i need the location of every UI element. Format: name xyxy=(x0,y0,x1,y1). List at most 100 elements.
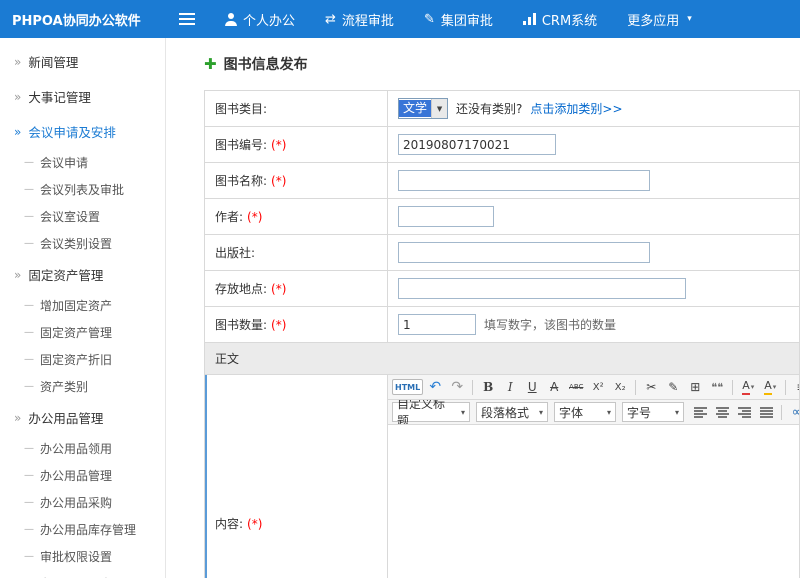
sidebar-item-meeting-management[interactable]: » 会议申请及安排 xyxy=(0,114,165,149)
custom-title-select[interactable]: 自定义标题 ▾ xyxy=(392,402,470,422)
sidebar-item-supplies-use[interactable]: — 办公用品领用 xyxy=(0,435,165,462)
align-center-button[interactable] xyxy=(712,402,732,422)
sidebar-item-news-management[interactable]: » 新闻管理 xyxy=(0,44,165,79)
superscript-button[interactable]: X² xyxy=(588,377,608,397)
paste-filter-button[interactable]: ⊞ xyxy=(685,377,705,397)
nav-group-approval[interactable]: ✎ 集团审批 xyxy=(424,10,493,29)
sidebar-item-fixed-assets[interactable]: » 固定资产管理 xyxy=(0,257,165,292)
font-size-select[interactable]: 字号 ▾ xyxy=(622,402,684,422)
sidebar-item-asset-category[interactable]: — 资产类别 xyxy=(0,373,165,400)
dash-icon: — xyxy=(24,551,34,562)
sidebar-item-supplies-inventory[interactable]: — 办公用品库存管理 xyxy=(0,516,165,543)
eraser-button[interactable]: ✂ xyxy=(641,377,661,397)
category-hint: 还没有类别? xyxy=(456,100,522,117)
chevron-right-icon: » xyxy=(14,269,21,281)
underline-button[interactable]: U xyxy=(522,377,542,397)
form-row-content: 内容:(*) HTML ↶ ↷ B I U A ABC X² X₂ xyxy=(205,375,799,578)
book-number-input[interactable] xyxy=(398,134,556,155)
chevron-right-icon: » xyxy=(14,412,21,424)
sidebar-item-label: 会议列表及审批 xyxy=(40,181,124,198)
author-input[interactable] xyxy=(398,206,494,227)
nav-crm-system[interactable]: CRM系统 xyxy=(523,10,597,29)
chevron-right-icon: » xyxy=(14,91,21,103)
sidebar-item-fixed-asset-depreciation[interactable]: — 固定资产折旧 xyxy=(0,346,165,373)
add-plus-icon: ✚ xyxy=(204,57,217,72)
category-select[interactable]: 文学 ▼ xyxy=(398,98,448,119)
paragraph-format-select[interactable]: 段落格式 ▾ xyxy=(476,402,548,422)
field-label: 内容:(*) xyxy=(205,375,388,578)
body-section-header: 正文 xyxy=(205,343,799,375)
caret-down-icon: ▾ xyxy=(751,383,755,391)
sidebar-item-fixed-asset-management[interactable]: — 固定资产管理 xyxy=(0,319,165,346)
nav-more-apps[interactable]: 更多应用 ▾ xyxy=(627,10,692,29)
quantity-hint: 填写数字，该图书的数量 xyxy=(484,316,616,333)
subscript-button[interactable]: X₂ xyxy=(610,377,630,397)
hamburger-menu-button[interactable] xyxy=(166,13,208,25)
align-left-button[interactable] xyxy=(690,402,710,422)
align-right-button[interactable] xyxy=(734,402,754,422)
form-row-location: 存放地点:(*) xyxy=(205,271,799,307)
undo-button[interactable]: ↶ xyxy=(425,377,445,397)
ordered-list-button[interactable]: ≡ xyxy=(791,377,799,397)
insert-link-button[interactable]: ∞ xyxy=(787,402,799,422)
sidebar-item-label: 会议类别设置 xyxy=(40,235,112,252)
caret-down-icon: ▾ xyxy=(687,14,692,24)
category-selected-value: 文学 xyxy=(399,100,431,116)
html-source-button[interactable]: HTML xyxy=(392,379,423,395)
sidebar-item-label: 办公用品库存管理 xyxy=(40,521,136,538)
sidebar-item-meeting-room-settings[interactable]: — 会议室设置 xyxy=(0,203,165,230)
align-justify-icon xyxy=(760,407,773,418)
italic-button[interactable]: I xyxy=(500,377,520,397)
dash-icon: — xyxy=(24,381,34,392)
sidebar-item-add-fixed-asset[interactable]: — 增加固定资产 xyxy=(0,292,165,319)
publisher-input[interactable] xyxy=(398,242,650,263)
location-input[interactable] xyxy=(398,278,686,299)
align-justify-button[interactable] xyxy=(756,402,776,422)
bold-button[interactable]: B xyxy=(478,377,498,397)
form-row-quantity: 图书数量:(*) 填写数字，该图书的数量 xyxy=(205,307,799,343)
redo-button[interactable]: ↷ xyxy=(447,377,467,397)
sidebar-item-meeting-apply[interactable]: — 会议申请 xyxy=(0,149,165,176)
font-color-button[interactable]: A ▾ xyxy=(738,377,758,397)
sidebar-item-label: 固定资产管理 xyxy=(40,324,112,341)
sidebar-item-supplies-management[interactable]: — 办公用品管理 xyxy=(0,462,165,489)
nav-label: 流程审批 xyxy=(342,10,394,29)
dash-icon: — xyxy=(24,354,34,365)
page-title-text: 图书信息发布 xyxy=(224,54,308,74)
sidebar-item-events-management[interactable]: » 大事记管理 xyxy=(0,79,165,114)
toolbar-separator xyxy=(785,380,786,395)
add-category-link[interactable]: 点击添加类别>> xyxy=(530,100,622,117)
book-name-input[interactable] xyxy=(398,170,650,191)
field-label: 出版社: xyxy=(205,235,388,270)
sidebar-item-approval-permission-settings[interactable]: — 审批权限设置 xyxy=(0,543,165,570)
highlight-color-button[interactable]: A ▾ xyxy=(760,377,780,397)
sidebar-item-meeting-category-settings[interactable]: — 会议类别设置 xyxy=(0,230,165,257)
blockquote-button[interactable]: ❝❝ xyxy=(707,377,727,397)
toolbar-separator xyxy=(472,380,473,395)
format-brush-button[interactable]: ✎ xyxy=(663,377,683,397)
user-icon xyxy=(224,13,237,26)
editor-content-area[interactable] xyxy=(388,425,799,578)
dash-icon: — xyxy=(24,497,34,508)
spellcheck-button[interactable]: ABC xyxy=(566,377,586,397)
nav-process-approval[interactable]: ⇄ 流程审批 xyxy=(325,10,394,29)
sidebar-item-supplies-purchase[interactable]: — 办公用品采购 xyxy=(0,489,165,516)
sidebar-item-label: 会议室设置 xyxy=(40,208,100,225)
sidebar-item-supplies-category-settings[interactable]: — 办公用品分类设置 xyxy=(0,570,165,578)
quantity-input[interactable] xyxy=(398,314,476,335)
sidebar-item-office-supplies[interactable]: » 办公用品管理 xyxy=(0,400,165,435)
field-label: 图书编号:(*) xyxy=(205,127,388,162)
strikethrough-button[interactable]: A xyxy=(544,377,564,397)
form-row-publisher: 出版社: xyxy=(205,235,799,271)
required-mark: (*) xyxy=(247,210,262,224)
dash-icon: — xyxy=(24,211,34,222)
dash-icon: — xyxy=(24,470,34,481)
edit-icon: ✎ xyxy=(424,13,435,26)
nav-label: CRM系统 xyxy=(542,10,597,29)
font-family-select[interactable]: 字体 ▾ xyxy=(554,402,616,422)
sidebar-item-label: 办公用品采购 xyxy=(40,494,112,511)
sidebar-item-label: 办公用品管理 xyxy=(40,467,112,484)
nav-personal-office[interactable]: 个人办公 xyxy=(224,10,295,29)
chevron-right-icon: » xyxy=(14,126,21,138)
sidebar-item-meeting-list-approval[interactable]: — 会议列表及审批 xyxy=(0,176,165,203)
